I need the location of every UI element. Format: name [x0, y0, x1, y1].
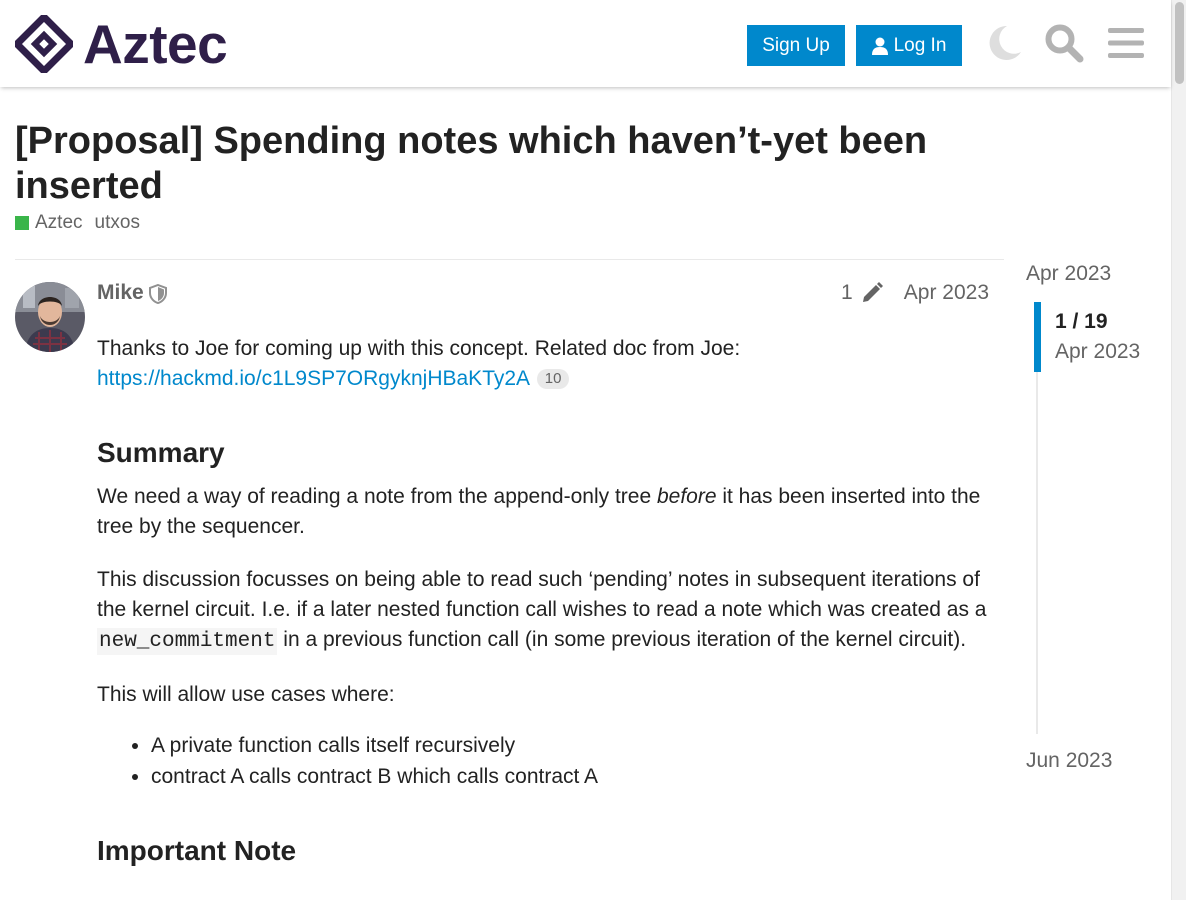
discussion-paragraph: This discussion focusses on being able t…	[97, 565, 992, 657]
hackmd-link[interactable]: https://hackmd.io/c1L9SP7ORgyknjHBaKTy2A	[97, 367, 529, 390]
site-header: Aztec Sign Up Log In	[0, 0, 1171, 87]
scrollbar-thumb[interactable]	[1175, 2, 1184, 84]
use-cases-paragraph: This will allow use cases where:	[97, 683, 395, 706]
category-link[interactable]: Aztec	[35, 212, 83, 234]
page-scrollbar[interactable]	[1171, 0, 1186, 900]
summary-heading: Summary	[97, 437, 225, 468]
use-cases-list: A private function calls itself recursiv…	[151, 731, 992, 792]
list-item: A private function calls itself recursiv…	[151, 731, 992, 761]
user-icon	[871, 37, 888, 55]
post-date[interactable]: Apr 2023	[904, 279, 989, 307]
search-icon[interactable]	[1044, 22, 1084, 64]
timeline-scroll-handle[interactable]	[1034, 302, 1041, 372]
edit-history-button[interactable]: 1	[841, 279, 883, 307]
moderator-shield-icon	[149, 283, 167, 309]
pencil-icon	[862, 282, 883, 302]
discussion-text-b: in a previous function call (in some pre…	[277, 628, 967, 651]
summary-emphasis: before	[656, 485, 717, 508]
timeline-end-date[interactable]: Jun 2023	[1026, 748, 1112, 774]
log-in-button[interactable]: Log In	[856, 25, 962, 66]
list-item: contract A calls contract B which calls …	[151, 762, 992, 792]
timeline-position-date: Apr 2023	[1055, 340, 1141, 363]
tag-link[interactable]: utxos	[95, 212, 140, 234]
hamburger-menu-icon[interactable]	[1106, 22, 1146, 64]
topic-meta: Aztec utxos	[15, 211, 140, 235]
logo-text: Aztec	[83, 13, 228, 75]
important-note-heading: Important Note	[97, 835, 297, 866]
discussion-text-a: This discussion focusses on being able t…	[97, 568, 987, 621]
log-in-label: Log In	[893, 34, 947, 56]
author-name[interactable]: Mike	[97, 279, 144, 307]
category-color-swatch	[15, 216, 29, 230]
summary-text-a: We need a way of reading a note from the…	[97, 485, 657, 508]
post-header: Mike 1 Apr 2023	[97, 279, 989, 307]
edit-count: 1	[841, 281, 853, 304]
post-intro-paragraph: Thanks to Joe for coming up with this co…	[97, 334, 992, 394]
intro-text: Thanks to Joe for coming up with this co…	[97, 337, 741, 360]
inline-code: new_commitment	[97, 628, 278, 655]
timeline-position: 1 / 19	[1055, 310, 1108, 333]
aztec-diamond-icon	[15, 15, 73, 73]
post-body: Thanks to Joe for coming up with this co…	[97, 334, 992, 880]
site-logo[interactable]: Aztec	[15, 13, 228, 75]
theme-toggle-moon-icon[interactable]	[984, 22, 1024, 64]
avatar[interactable]	[15, 282, 85, 352]
sign-up-button[interactable]: Sign Up	[747, 25, 845, 66]
summary-paragraph: We need a way of reading a note from the…	[97, 482, 992, 542]
timeline-start-date[interactable]: Apr 2023	[1026, 261, 1111, 287]
topic-title[interactable]: [Proposal] Spending notes which haven’t-…	[15, 119, 975, 209]
link-click-count-badge: 10	[536, 369, 570, 389]
topic-divider	[15, 259, 1004, 260]
